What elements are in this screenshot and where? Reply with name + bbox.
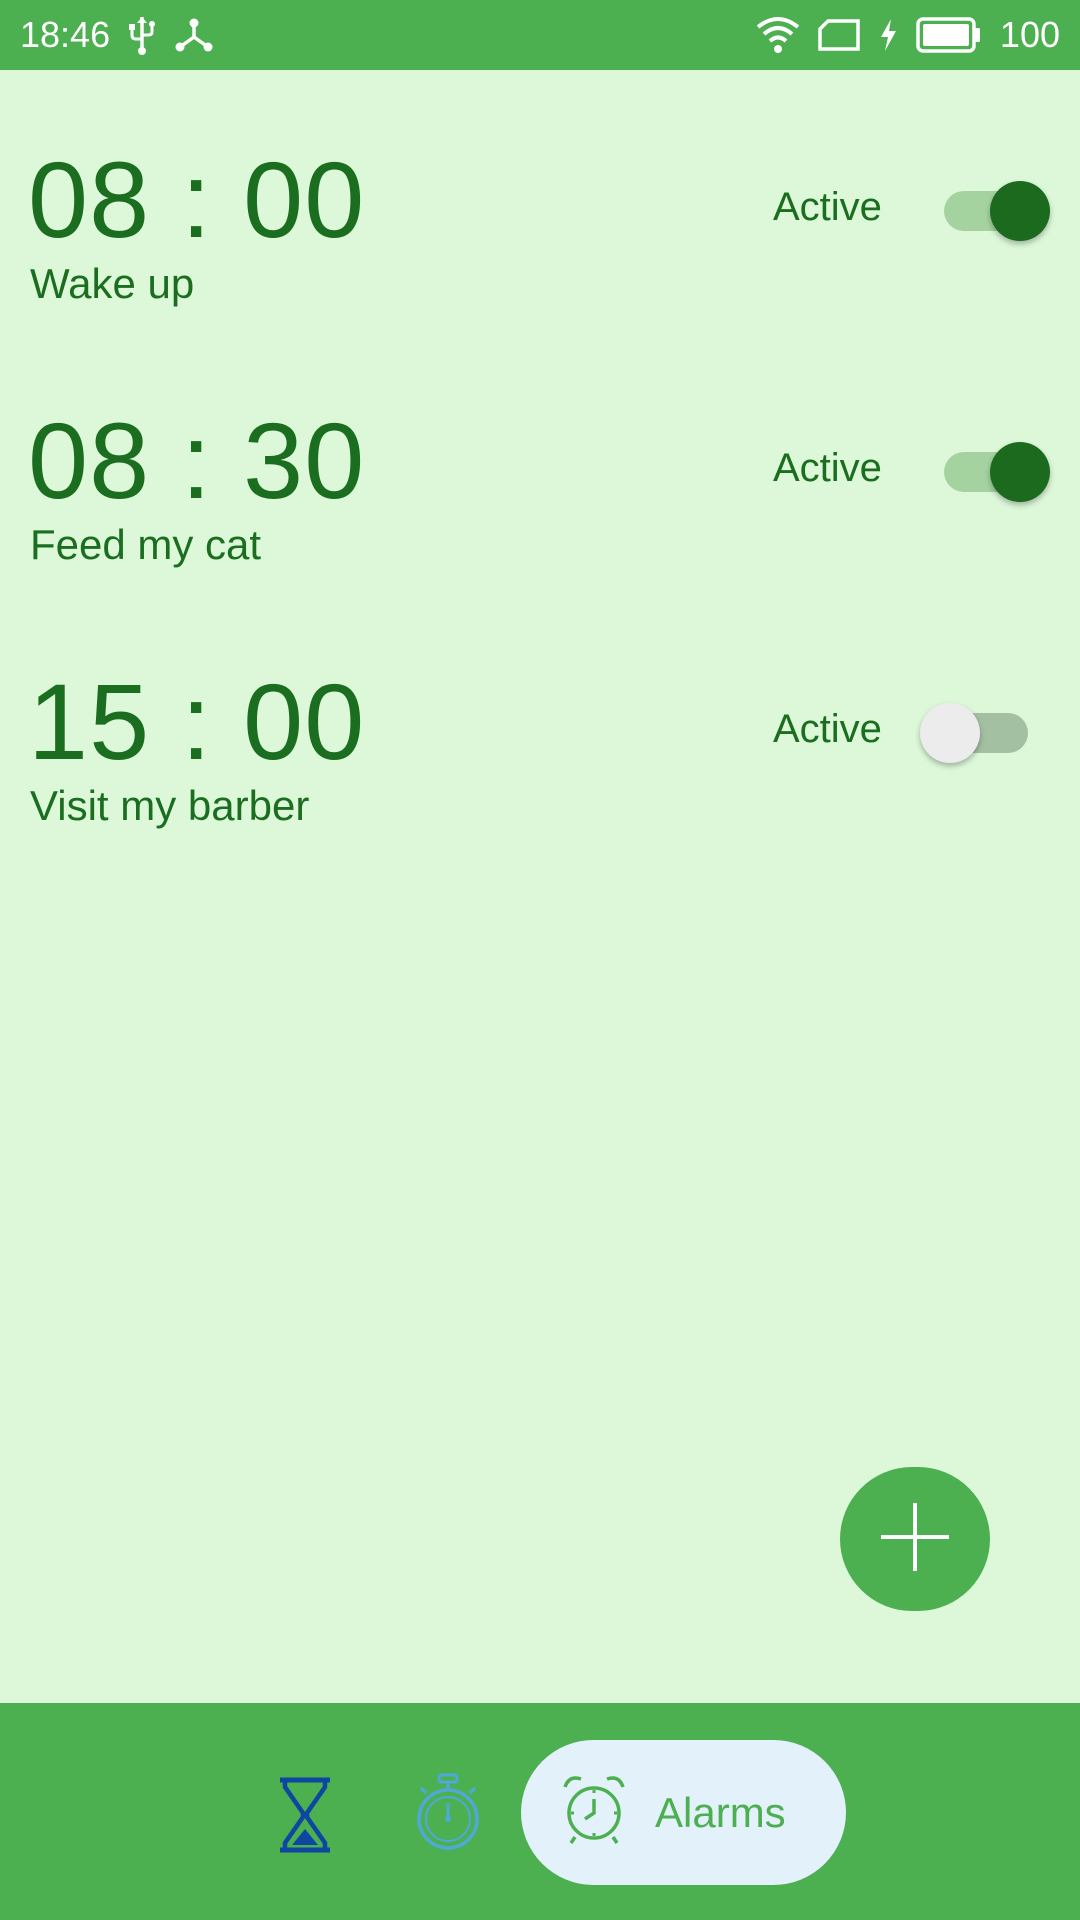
nav-item-alarms[interactable]: Alarms — [521, 1740, 846, 1885]
add-alarm-button[interactable] — [840, 1467, 990, 1611]
toggle-thumb — [990, 181, 1050, 241]
alarm-status-label: Active — [773, 446, 882, 490]
status-right: 100 — [756, 14, 1060, 56]
status-bar: 18:46 100 — [0, 0, 1080, 70]
alarm-label: Visit my barber — [30, 782, 310, 829]
alarm-active-toggle[interactable] — [920, 436, 1050, 506]
alarm-item[interactable]: 08 : 00 Wake up Active — [0, 135, 1080, 375]
nav-item-alarms-label: Alarms — [655, 1788, 786, 1836]
battery-icon — [916, 17, 982, 53]
nav-item-timer[interactable] — [275, 1775, 335, 1855]
usb-icon — [128, 15, 156, 55]
alarm-time: 15 : 00 — [28, 661, 366, 782]
network-share-icon — [174, 17, 214, 53]
alarm-active-toggle[interactable] — [920, 175, 1050, 245]
nav-item-stopwatch[interactable] — [415, 1773, 481, 1853]
alarm-active-toggle[interactable] — [920, 697, 1040, 767]
battery-level: 100 — [999, 14, 1060, 55]
sim-card-icon — [818, 19, 860, 51]
status-time: 18:46 — [20, 14, 111, 55]
plus-icon — [879, 1501, 951, 1578]
toggle-thumb — [920, 703, 980, 763]
charging-icon — [878, 18, 898, 52]
alarm-clock-icon — [561, 1773, 627, 1852]
stopwatch-icon — [415, 1773, 481, 1857]
alarm-label: Feed my cat — [30, 521, 262, 568]
alarm-item[interactable]: 15 : 00 Visit my barber Active — [0, 657, 1080, 897]
toggle-thumb — [990, 442, 1050, 502]
alarm-status-label: Active — [773, 185, 882, 229]
alarm-status-label: Active — [773, 707, 882, 751]
bottom-navigation: Alarms — [0, 1703, 1080, 1920]
status-left: 18:46 — [20, 14, 214, 56]
alarm-time: 08 : 30 — [28, 400, 366, 521]
wifi-icon — [756, 15, 800, 55]
alarm-time: 08 : 00 — [28, 139, 366, 260]
alarm-label: Wake up — [30, 260, 195, 307]
hourglass-icon — [275, 1777, 335, 1859]
alarm-item[interactable]: 08 : 30 Feed my cat Active — [0, 396, 1080, 636]
